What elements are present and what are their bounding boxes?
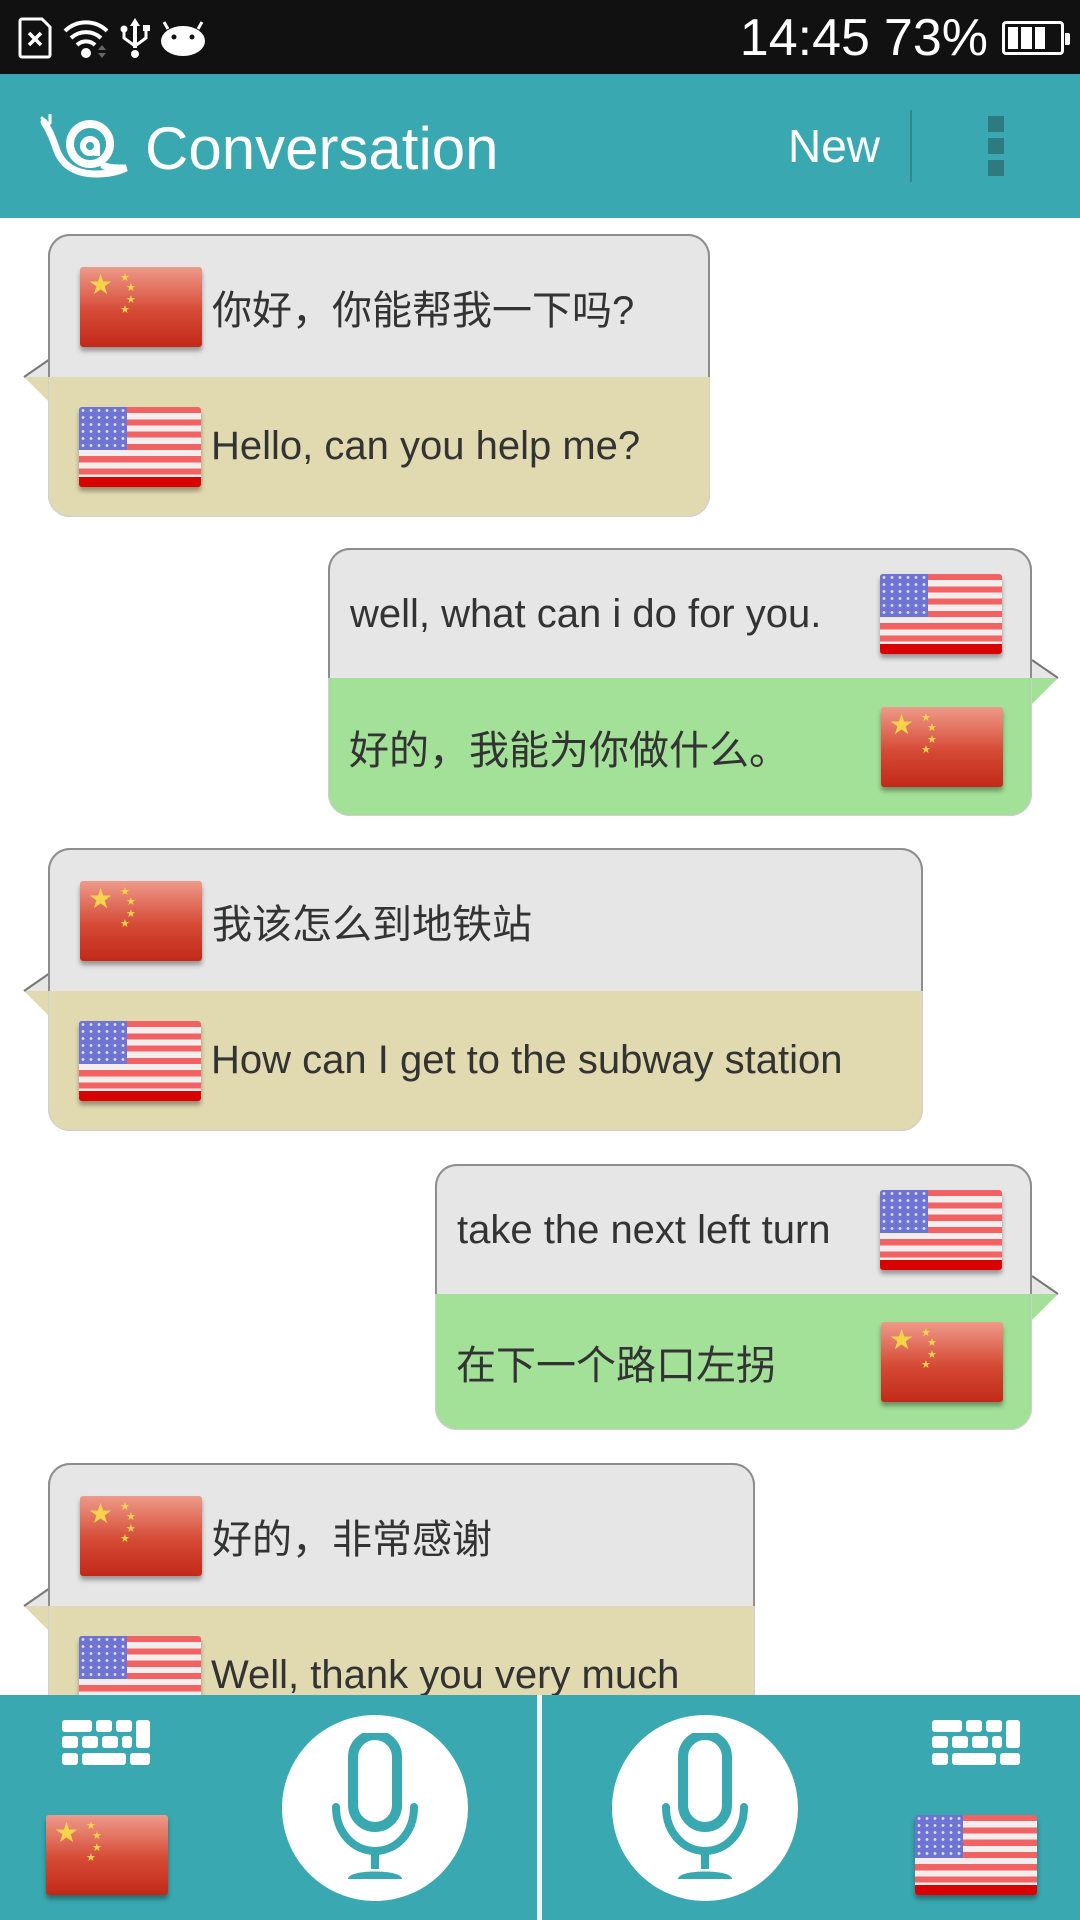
flag-us-icon: [79, 1020, 201, 1101]
overflow-menu-icon[interactable]: [960, 74, 1032, 218]
mic-button-english[interactable]: [612, 1715, 798, 1901]
translated-text: Hello, can you help me?: [211, 424, 641, 468]
source-text: 我该怎么到地铁站: [212, 902, 532, 947]
action-divider: [910, 110, 912, 182]
source-text: 好的，非常感谢: [212, 1517, 492, 1562]
page-title: Conversation: [145, 115, 499, 182]
sim-missing-icon: [18, 17, 52, 59]
bubble-tail: [1031, 1275, 1059, 1320]
keyboard-icon[interactable]: [62, 1720, 150, 1766]
message-bubble[interactable]: take the next left turn 在下一个路口左拐 ★ ★ ★ ★ ★: [435, 1164, 1059, 1430]
flag-china-icon: ★ ★ ★ ★ ★: [80, 1495, 202, 1576]
flag-us-icon: [79, 1635, 201, 1695]
source-text: 你好，你能帮我一下吗?: [212, 288, 635, 333]
input-bar: ★ ★ ★ ★ ★: [0, 1695, 1080, 1920]
action-bar: Conversation New: [0, 74, 1080, 218]
battery-percent: 73%: [883, 9, 988, 67]
clock: 14:45: [739, 9, 870, 67]
source-language-us-button[interactable]: [915, 1815, 1037, 1895]
usb-icon: [120, 18, 150, 58]
microphone-icon: [662, 1733, 748, 1879]
android-debug-icon: [161, 21, 205, 56]
status-bar: 14:45 73%: [0, 0, 1080, 74]
flag-china-icon: ★ ★ ★ ★ ★: [881, 1321, 1003, 1402]
flag-us-icon: [880, 1190, 1002, 1270]
snail-at-logo: [40, 114, 128, 178]
message-bubble[interactable]: ★ ★ ★ ★ ★ 好的，非常感谢 Well, thank you very much: [23, 1463, 755, 1695]
translated-text: Well, thank you very much: [211, 1653, 680, 1695]
source-text: take the next left turn: [457, 1207, 831, 1252]
wifi-icon: [63, 20, 109, 58]
source-text: well, what can i do for you.: [350, 591, 822, 636]
conversation-list[interactable]: ★ ★ ★ ★ ★ 你好，你能帮我一下吗? Hello, can you help me…: [0, 218, 1080, 1695]
microphone-icon: [332, 1733, 418, 1879]
translated-text: 在下一个路口左拐: [456, 1343, 776, 1388]
flag-us-icon: [79, 406, 201, 487]
message-bubble[interactable]: ★ ★ ★ ★ ★ 我该怎么到地铁站 How can I get to the subw…: [23, 848, 923, 1131]
translated-text: 好的，我能为你做什么。: [349, 728, 789, 773]
flag-china-icon: ★ ★ ★ ★ ★: [881, 706, 1003, 787]
flag-us-icon: [880, 574, 1002, 654]
keyboard-icon[interactable]: [932, 1720, 1020, 1766]
translated-text: How can I get to the subway station: [211, 1038, 843, 1082]
mic-button-chinese[interactable]: [282, 1715, 468, 1901]
flag-china-icon: ★ ★ ★ ★ ★: [80, 880, 202, 961]
message-bubble[interactable]: ★ ★ ★ ★ ★ 你好，你能帮我一下吗? Hello, can you help me…: [23, 234, 710, 517]
bottom-divider: [537, 1695, 542, 1920]
new-conversation-button[interactable]: New: [760, 74, 908, 218]
bubble-tail: [1031, 659, 1059, 704]
battery-icon: [1002, 21, 1070, 55]
flag-china-icon: ★ ★ ★ ★ ★: [80, 266, 202, 347]
message-bubble[interactable]: well, what can i do for you. 好的，我能为你做什么。…: [328, 548, 1059, 816]
source-language-china-button[interactable]: ★ ★ ★ ★ ★: [46, 1815, 168, 1895]
